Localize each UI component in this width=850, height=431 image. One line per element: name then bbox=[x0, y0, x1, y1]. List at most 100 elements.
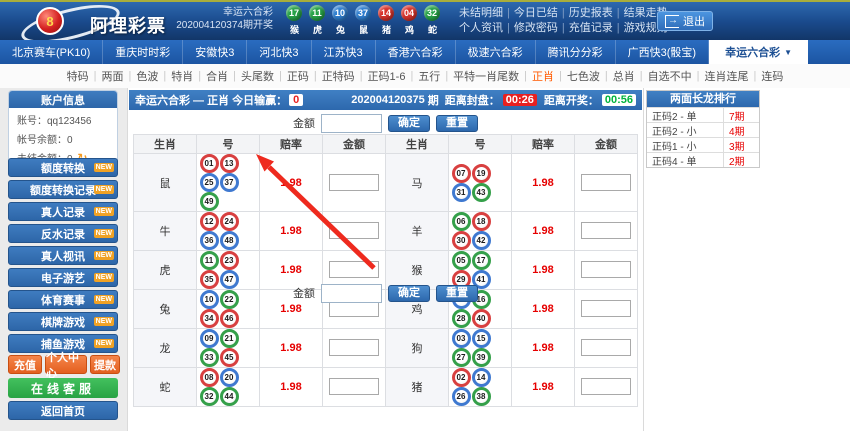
bet-amount-input[interactable] bbox=[581, 222, 631, 239]
amount-cell bbox=[575, 154, 638, 212]
bet-type-link[interactable]: 头尾数 bbox=[241, 68, 274, 84]
sidebar-button[interactable]: 额度转换记录NEW bbox=[8, 180, 118, 199]
draw-ball: 11虎 bbox=[309, 5, 326, 36]
bet-type-link[interactable]: 色波 bbox=[136, 68, 158, 84]
bet-amount-input[interactable] bbox=[329, 261, 379, 278]
current-issue: 202004120375 bbox=[351, 94, 424, 106]
confirm-button-top[interactable]: 确定 bbox=[388, 115, 430, 132]
bet-amount-input[interactable] bbox=[581, 339, 631, 356]
top-menu-item[interactable]: 未结明细 bbox=[459, 7, 503, 19]
zodiac-cell: 马 bbox=[386, 154, 449, 212]
bet-amount-input[interactable] bbox=[329, 222, 379, 239]
top-menu-item[interactable]: 修改密码 bbox=[514, 22, 558, 34]
bet-amount-input[interactable] bbox=[581, 174, 631, 191]
top-header-bar: 8 阿理彩票 幸运六合彩 202004120374期开奖 17猴11虎10兔37… bbox=[0, 0, 850, 40]
sidebar-button[interactable]: 体育赛事NEW bbox=[8, 290, 118, 309]
bet-type-link[interactable]: 连码 bbox=[761, 68, 783, 84]
bet-table-head: 生肖号赔率金额生肖号赔率金额 bbox=[134, 135, 638, 154]
sidebar: 账户信息 账号：qq123456 帐号余额：0 未结金额：0 ↻ 额度转换NEW… bbox=[0, 88, 127, 431]
streak-panel-title: 两面长龙排行 bbox=[647, 91, 759, 107]
quick-button[interactable]: 充值 bbox=[8, 355, 42, 374]
game-tab[interactable]: 重庆时时彩 bbox=[103, 40, 183, 64]
new-badge: NEW bbox=[94, 185, 114, 194]
game-tab[interactable]: 广西快3(骰宝) bbox=[616, 40, 709, 64]
bet-type-link[interactable]: 正肖 bbox=[532, 68, 554, 84]
bet-amount-input[interactable] bbox=[329, 378, 379, 395]
bet-amount-input[interactable] bbox=[581, 300, 631, 317]
numbers-cell: 07193143 bbox=[449, 154, 512, 212]
bet-type-link[interactable]: 总肖 bbox=[613, 68, 635, 84]
game-tab[interactable]: 北京赛车(PK10) bbox=[0, 40, 103, 64]
amount-input-top[interactable] bbox=[321, 114, 382, 133]
streak-label: 正码2 - 单 bbox=[647, 108, 723, 123]
top-menu-item[interactable]: 历史报表 bbox=[569, 7, 613, 19]
reset-button-top[interactable]: 重置 bbox=[436, 115, 478, 132]
numbers-cell: 08203244 bbox=[197, 368, 260, 407]
number-ball-icon: 06 bbox=[452, 212, 471, 231]
sidebar-button[interactable]: 真人记录NEW bbox=[8, 202, 118, 221]
sidebar-button-label: 额度转换 bbox=[41, 160, 85, 176]
column-header: 金额 bbox=[323, 135, 386, 154]
back-home-button[interactable]: 返回首页 bbox=[8, 401, 118, 420]
bet-type-link[interactable]: 五行 bbox=[418, 68, 440, 84]
online-service-button[interactable]: 在线客服 bbox=[8, 378, 118, 398]
bet-amount-input[interactable] bbox=[581, 261, 631, 278]
amount-input-bottom[interactable] bbox=[321, 284, 382, 303]
odds-cell: 1.98 bbox=[260, 154, 323, 212]
bet-amount-input[interactable] bbox=[329, 339, 379, 356]
game-tab[interactable]: 极速六合彩 bbox=[456, 40, 536, 64]
bet-amount-input[interactable] bbox=[581, 378, 631, 395]
number-ball-icon: 34 bbox=[200, 309, 219, 328]
bet-amount-input[interactable] bbox=[329, 300, 379, 317]
sidebar-button[interactable]: 真人视讯NEW bbox=[8, 246, 118, 265]
top-menu-item[interactable]: 充值记录 bbox=[569, 22, 613, 34]
game-tab[interactable]: 河北快3 bbox=[247, 40, 311, 64]
bet-type-link[interactable]: 正码1-6 bbox=[368, 68, 406, 84]
streak-row: 正码2 - 单7期 bbox=[647, 107, 759, 122]
sidebar-button[interactable]: 额度转换NEW bbox=[8, 158, 118, 177]
bet-type-link[interactable]: 连肖连尾 bbox=[704, 68, 748, 84]
zodiac-cell: 狗 bbox=[386, 329, 449, 368]
top-menus: 未结明细|今日已结|历史报表|结果走势个人资讯|修改密码|充值记录|游戏规则 bbox=[455, 6, 672, 36]
table-row: 鼠01132537491.98马071931431.98 bbox=[134, 154, 638, 212]
quick-button[interactable]: 提款 bbox=[90, 355, 120, 374]
number-ball-icon: 17 bbox=[472, 251, 491, 270]
number-ball-icon: 07 bbox=[452, 164, 471, 183]
number-ball-icon: 43 bbox=[472, 183, 491, 202]
game-tab[interactable]: 腾讯分分彩 bbox=[536, 40, 616, 64]
bet-type-link[interactable]: 正特码 bbox=[322, 68, 355, 84]
top-menu-item[interactable]: 个人资讯 bbox=[459, 22, 503, 34]
bet-type-link[interactable]: 七色波 bbox=[567, 68, 600, 84]
separator: | bbox=[445, 70, 448, 82]
confirm-button-bottom[interactable]: 确定 bbox=[388, 285, 430, 302]
table-row: 牛122436481.98羊061830421.98 bbox=[134, 212, 638, 251]
bet-type-link[interactable]: 特码 bbox=[67, 68, 89, 84]
game-tab[interactable]: 安徽快3 bbox=[183, 40, 247, 64]
number-ball-icon: 48 bbox=[220, 231, 239, 250]
reset-button-bottom[interactable]: 重置 bbox=[436, 285, 478, 302]
game-tab[interactable]: 江苏快3 bbox=[312, 40, 376, 64]
quick-button[interactable]: 个人中心 bbox=[45, 355, 87, 374]
bet-amount-input[interactable] bbox=[329, 174, 379, 191]
amount-row-top: 金额 确定 重置 bbox=[128, 114, 643, 132]
bet-type-link[interactable]: 合肖 bbox=[206, 68, 228, 84]
bet-type-link[interactable]: 两面 bbox=[102, 68, 124, 84]
bet-type-link[interactable]: 自选不中 bbox=[648, 68, 692, 84]
zodiac-cell: 蛇 bbox=[134, 368, 197, 407]
bet-type-link[interactable]: 平特一肖尾数 bbox=[453, 68, 519, 84]
game-tab[interactable]: 香港六合彩 bbox=[376, 40, 456, 64]
bet-type-link[interactable]: 特肖 bbox=[171, 68, 193, 84]
odds-cell: 1.98 bbox=[260, 368, 323, 407]
sidebar-button[interactable]: 棋牌游戏NEW bbox=[8, 312, 118, 331]
separator: | bbox=[605, 70, 608, 82]
game-tab[interactable]: 幸运六合彩▼ bbox=[709, 40, 808, 64]
number-ball-icon: 32 bbox=[200, 387, 219, 406]
sidebar-button[interactable]: 反水记录NEW bbox=[8, 224, 118, 243]
sidebar-button[interactable]: 电子游艺NEW bbox=[8, 268, 118, 287]
top-menu-item[interactable]: 今日已结 bbox=[514, 7, 558, 19]
amount-cell bbox=[323, 154, 386, 212]
amount-cell bbox=[575, 368, 638, 407]
logout-button[interactable]: → 退出 bbox=[657, 11, 713, 31]
bet-type-link[interactable]: 正码 bbox=[287, 68, 309, 84]
brand-logo[interactable]: 阿理彩票 bbox=[90, 12, 166, 38]
